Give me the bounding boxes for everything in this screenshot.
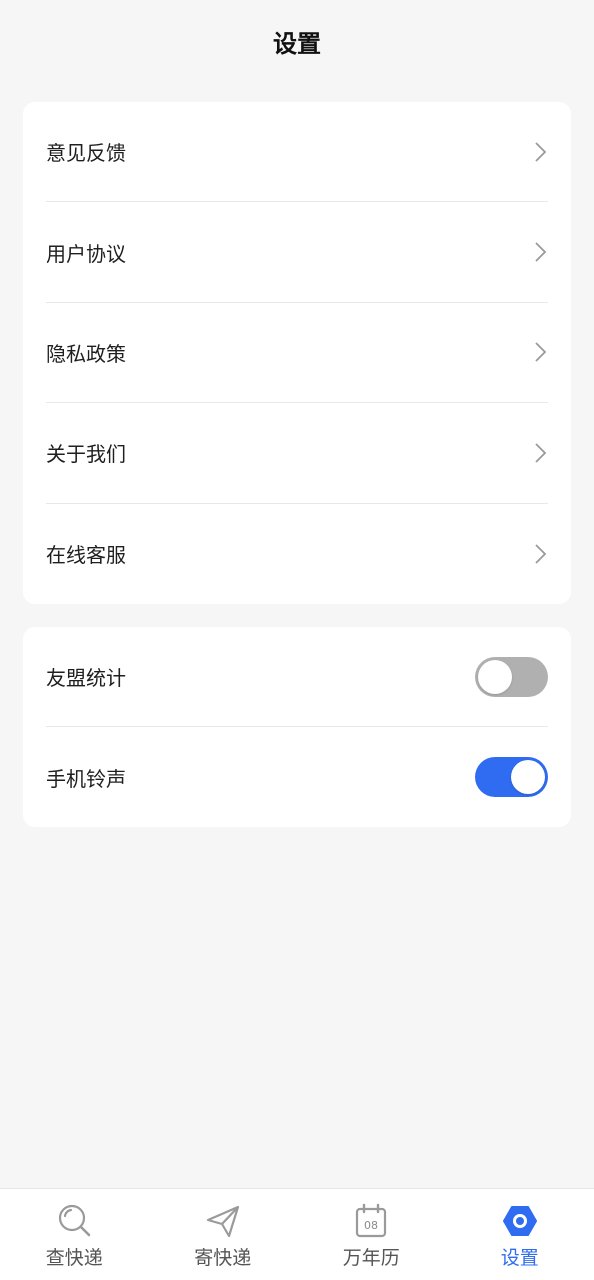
menu-item-user-agreement[interactable]: 用户协议 [46, 202, 548, 303]
page-title: 设置 [273, 29, 321, 58]
menu-item-label: 在线客服 [46, 543, 126, 568]
menu-item-label: 关于我们 [46, 442, 126, 467]
toggle-knob [478, 659, 512, 694]
links-card: 意见反馈 用户协议 隐私政策 关于我们 在线客服 [23, 102, 571, 604]
menu-item-feedback[interactable]: 意见反馈 [46, 102, 548, 203]
ringtone-toggle[interactable] [475, 757, 548, 797]
tab-label: 万年历 [342, 1247, 400, 1269]
chevron-right-icon [535, 544, 547, 564]
chevron-right-icon [535, 342, 547, 363]
toggle-label: 友盟统计 [46, 666, 126, 690]
tab-track-package[interactable]: 查快递 [0, 1189, 149, 1280]
toggle-knob [511, 760, 545, 794]
toggle-row-analytics: 友盟统计 [46, 627, 548, 727]
menu-item-label: 隐私政策 [46, 341, 126, 366]
menu-item-about-us[interactable]: 关于我们 [46, 403, 548, 504]
chevron-right-icon [535, 242, 547, 262]
tab-send-package[interactable]: 寄快递 [149, 1189, 298, 1280]
tab-label: 寄快递 [194, 1247, 252, 1269]
menu-item-label: 意见反馈 [46, 141, 126, 166]
tab-label: 设置 [500, 1247, 539, 1269]
chevron-right-icon [535, 142, 547, 162]
toggles-card: 友盟统计 手机铃声 [23, 627, 571, 827]
settings-page: 设置 意见反馈 用户协议 隐私政策 关于我们 在线客服 友盟统计 手机铃声 查快… [0, 0, 594, 1280]
calendar-icon: 08 [356, 1203, 387, 1238]
tab-settings[interactable]: 设置 [446, 1189, 594, 1280]
calendar-day-number: 08 [364, 1219, 378, 1232]
search-icon [59, 1204, 91, 1237]
tab-calendar[interactable]: 08 万年历 [297, 1189, 446, 1280]
analytics-toggle[interactable] [475, 656, 548, 697]
menu-item-privacy-policy[interactable]: 隐私政策 [46, 303, 548, 404]
menu-item-online-service[interactable]: 在线客服 [46, 504, 548, 604]
paper-plane-icon [206, 1205, 239, 1238]
menu-item-label: 用户协议 [46, 241, 126, 266]
chevron-right-icon [535, 443, 547, 463]
tab-label: 查快递 [45, 1247, 103, 1269]
bottom-tab-bar: 查快递 寄快递 08 万年历 设置 [0, 1188, 594, 1280]
header: 设置 [0, 0, 594, 82]
settings-hexagon-icon [502, 1206, 537, 1236]
toggle-row-ringtone: 手机铃声 [46, 727, 548, 827]
toggle-label: 手机铃声 [46, 766, 126, 791]
